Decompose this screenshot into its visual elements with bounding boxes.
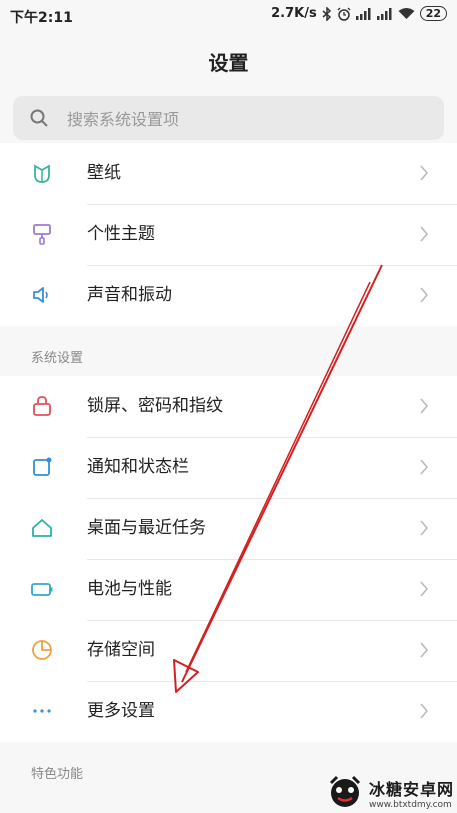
settings-item-label: 桌面与最近任务: [87, 518, 206, 538]
settings-item-label: 存储空间: [87, 640, 155, 660]
network-speed: 2.7K/s: [271, 6, 317, 21]
signal-icon: [376, 7, 393, 20]
alarm-icon: [337, 7, 351, 21]
search-input[interactable]: [65, 96, 429, 142]
watermark-url: www.btxtdmy.com: [369, 799, 452, 810]
settings-item-theme[interactable]: 个性主题: [0, 204, 457, 265]
chevron-right-icon: [419, 459, 429, 479]
settings-item-desktop[interactable]: 桌面与最近任务: [0, 498, 457, 559]
chevron-right-icon: [419, 398, 429, 418]
page-title: 设置: [208, 51, 249, 75]
bluetooth-icon: [322, 6, 332, 21]
settings-item-sound[interactable]: 声音和振动: [0, 265, 457, 326]
personalization-group: 壁纸 个性主题 声音和振动: [0, 143, 457, 326]
search-bar[interactable]: [13, 96, 444, 142]
wifi-icon: [398, 7, 415, 20]
home-icon: [30, 516, 54, 540]
section-title-system: 系统设置: [31, 351, 84, 366]
settings-item-label: 壁纸: [87, 163, 121, 183]
more-dots-icon: [30, 699, 54, 723]
status-time: 下午2:11: [10, 10, 73, 26]
status-bar: 下午2:11 2.7K/s 22: [0, 0, 457, 32]
chevron-right-icon: [419, 165, 429, 185]
settings-item-label: 个性主题: [87, 224, 155, 244]
signal-icon: [355, 7, 372, 20]
settings-item-label: 更多设置: [87, 701, 155, 721]
search-icon: [29, 108, 49, 132]
theme-brush-icon: [30, 222, 54, 246]
chevron-right-icon: [419, 520, 429, 540]
settings-item-label: 声音和振动: [87, 285, 172, 305]
settings-item-more[interactable]: 更多设置: [0, 681, 457, 742]
battery-icon: 22: [419, 6, 447, 21]
storage-pie-icon: [30, 638, 54, 662]
chevron-right-icon: [419, 287, 429, 307]
watermark-logo-icon: [325, 773, 365, 813]
chevron-right-icon: [419, 703, 429, 723]
settings-item-battery[interactable]: 电池与性能: [0, 559, 457, 620]
section-title-features: 特色功能: [31, 767, 84, 782]
notification-icon: [30, 455, 54, 479]
settings-item-lock-screen[interactable]: 锁屏、密码和指纹: [0, 376, 457, 437]
battery-level: 22: [425, 7, 441, 20]
wallpaper-icon: [30, 161, 54, 185]
settings-item-notifications[interactable]: 通知和状态栏: [0, 437, 457, 498]
speaker-icon: [30, 283, 54, 307]
title-bar: 设置: [0, 32, 457, 94]
settings-item-wallpaper[interactable]: 壁纸: [0, 143, 457, 204]
system-settings-group: 锁屏、密码和指纹 通知和状态栏 桌面与最近任务 电池与性能 存储空间 更多设置: [0, 376, 457, 742]
lock-icon: [30, 394, 54, 418]
watermark-name: 冰糖安卓网: [369, 779, 455, 799]
settings-item-storage[interactable]: 存储空间: [0, 620, 457, 681]
battery-icon: [30, 577, 54, 601]
settings-item-label: 电池与性能: [87, 579, 172, 599]
settings-item-label: 通知和状态栏: [87, 457, 189, 477]
chevron-right-icon: [419, 581, 429, 601]
settings-item-label: 锁屏、密码和指纹: [87, 396, 223, 416]
chevron-right-icon: [419, 642, 429, 662]
watermark: 冰糖安卓网 www.btxtdmy.com: [325, 773, 457, 812]
chevron-right-icon: [419, 226, 429, 246]
